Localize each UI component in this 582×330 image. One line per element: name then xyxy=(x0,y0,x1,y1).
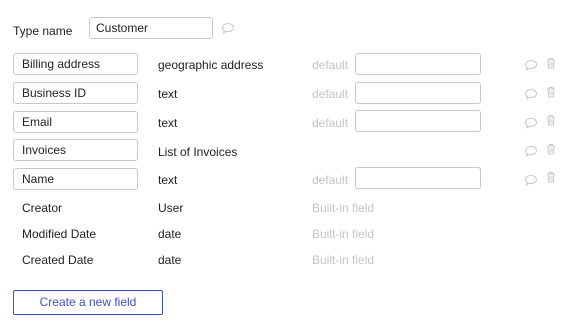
trash-icon[interactable] xyxy=(544,85,558,99)
builtin-field-name: Creator xyxy=(22,201,63,215)
default-label: default xyxy=(312,87,349,101)
default-label: default xyxy=(312,116,349,130)
field-type: text xyxy=(158,116,178,130)
field-type: List of Invoices xyxy=(158,145,238,159)
comment-icon[interactable] xyxy=(524,58,538,72)
field-name-input[interactable] xyxy=(13,111,138,133)
type-name-label: Type name xyxy=(13,24,73,38)
type-name-input[interactable] xyxy=(89,17,213,39)
default-value-input[interactable] xyxy=(355,82,481,104)
field-name-input[interactable] xyxy=(13,53,138,75)
field-type: geographic address xyxy=(158,58,264,72)
create-field-button[interactable]: Create a new field xyxy=(13,290,163,315)
comment-icon[interactable] xyxy=(524,173,538,187)
default-value-input[interactable] xyxy=(355,167,481,189)
trash-icon[interactable] xyxy=(544,113,558,127)
comment-icon[interactable] xyxy=(524,116,538,130)
builtin-field-note: Built-in field xyxy=(312,253,375,267)
default-value-input[interactable] xyxy=(355,53,481,75)
builtin-field-type: date xyxy=(158,253,182,267)
default-value-input[interactable] xyxy=(355,110,481,132)
default-label: default xyxy=(312,58,349,72)
default-label: default xyxy=(312,173,349,187)
builtin-field-type: date xyxy=(158,227,182,241)
trash-icon[interactable] xyxy=(544,56,558,70)
field-name-input[interactable] xyxy=(13,168,138,190)
field-type: text xyxy=(158,173,178,187)
field-name-input[interactable] xyxy=(13,139,138,161)
field-name-input[interactable] xyxy=(13,82,138,104)
field-type: text xyxy=(158,87,178,101)
data-type-editor: Type name geographic address default tex… xyxy=(0,0,582,330)
builtin-field-name: Modified Date xyxy=(22,227,97,241)
comment-icon[interactable] xyxy=(524,87,538,101)
trash-icon[interactable] xyxy=(544,142,558,156)
builtin-field-note: Built-in field xyxy=(312,227,375,241)
builtin-field-note: Built-in field xyxy=(312,201,375,215)
builtin-field-name: Created Date xyxy=(22,253,94,267)
trash-icon[interactable] xyxy=(544,170,558,184)
comment-icon[interactable] xyxy=(524,144,538,158)
comment-icon[interactable] xyxy=(221,21,235,35)
builtin-field-type: User xyxy=(158,201,184,215)
